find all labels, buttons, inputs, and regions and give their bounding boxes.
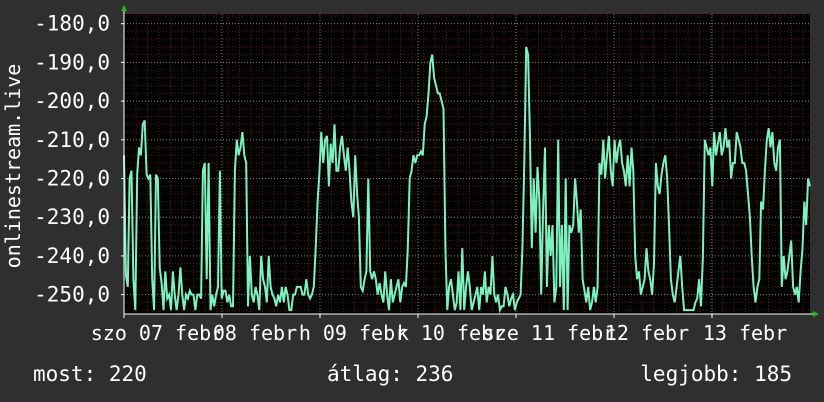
x-tick-label: h 09 febr <box>299 321 407 345</box>
plot-area <box>124 14 810 314</box>
y-tick-label: -220,0 <box>34 167 110 191</box>
y-axis-arrow-icon <box>121 5 127 11</box>
y-tick-label: -230,0 <box>34 205 110 229</box>
x-tick-label: sze 11 febr <box>483 321 615 345</box>
x-tick-label: 12 febr <box>605 321 689 345</box>
y-tick-label: -190,0 <box>34 50 110 74</box>
y-axis-ticks: -180,0 -190,0 -200,0 -210,0 -220,0 -230,0 -240… <box>34 12 124 307</box>
x-tick-label: 13 febr <box>703 321 787 345</box>
x-axis-arrow-icon <box>813 311 819 317</box>
average-value: átlag: 236 <box>327 362 454 386</box>
x-axis-ticks: szo 07 febr08 febr h 09 febrk 10 febrsze … <box>91 314 787 345</box>
x-tick-label: 08 febr <box>213 321 297 345</box>
y-tick-label: -250,0 <box>34 283 110 307</box>
chart-panel: -180,0 -190,0 -200,0 -210,0 -220,0 -230,0 -240… <box>0 0 824 402</box>
y-tick-label: -210,0 <box>34 128 110 152</box>
y-axis-label: onlinestream.live <box>1 64 25 269</box>
x-tick-label: szo 07 febr <box>91 321 223 345</box>
current-value: most: 220 <box>33 362 147 386</box>
y-tick-label: -180,0 <box>34 12 110 36</box>
y-tick-label: -240,0 <box>34 244 110 268</box>
y-tick-label: -200,0 <box>34 89 110 113</box>
max-value: legjobb: 185 <box>640 362 792 386</box>
line-chart: -180,0 -190,0 -200,0 -210,0 -220,0 -230,0 -240… <box>1 5 819 345</box>
